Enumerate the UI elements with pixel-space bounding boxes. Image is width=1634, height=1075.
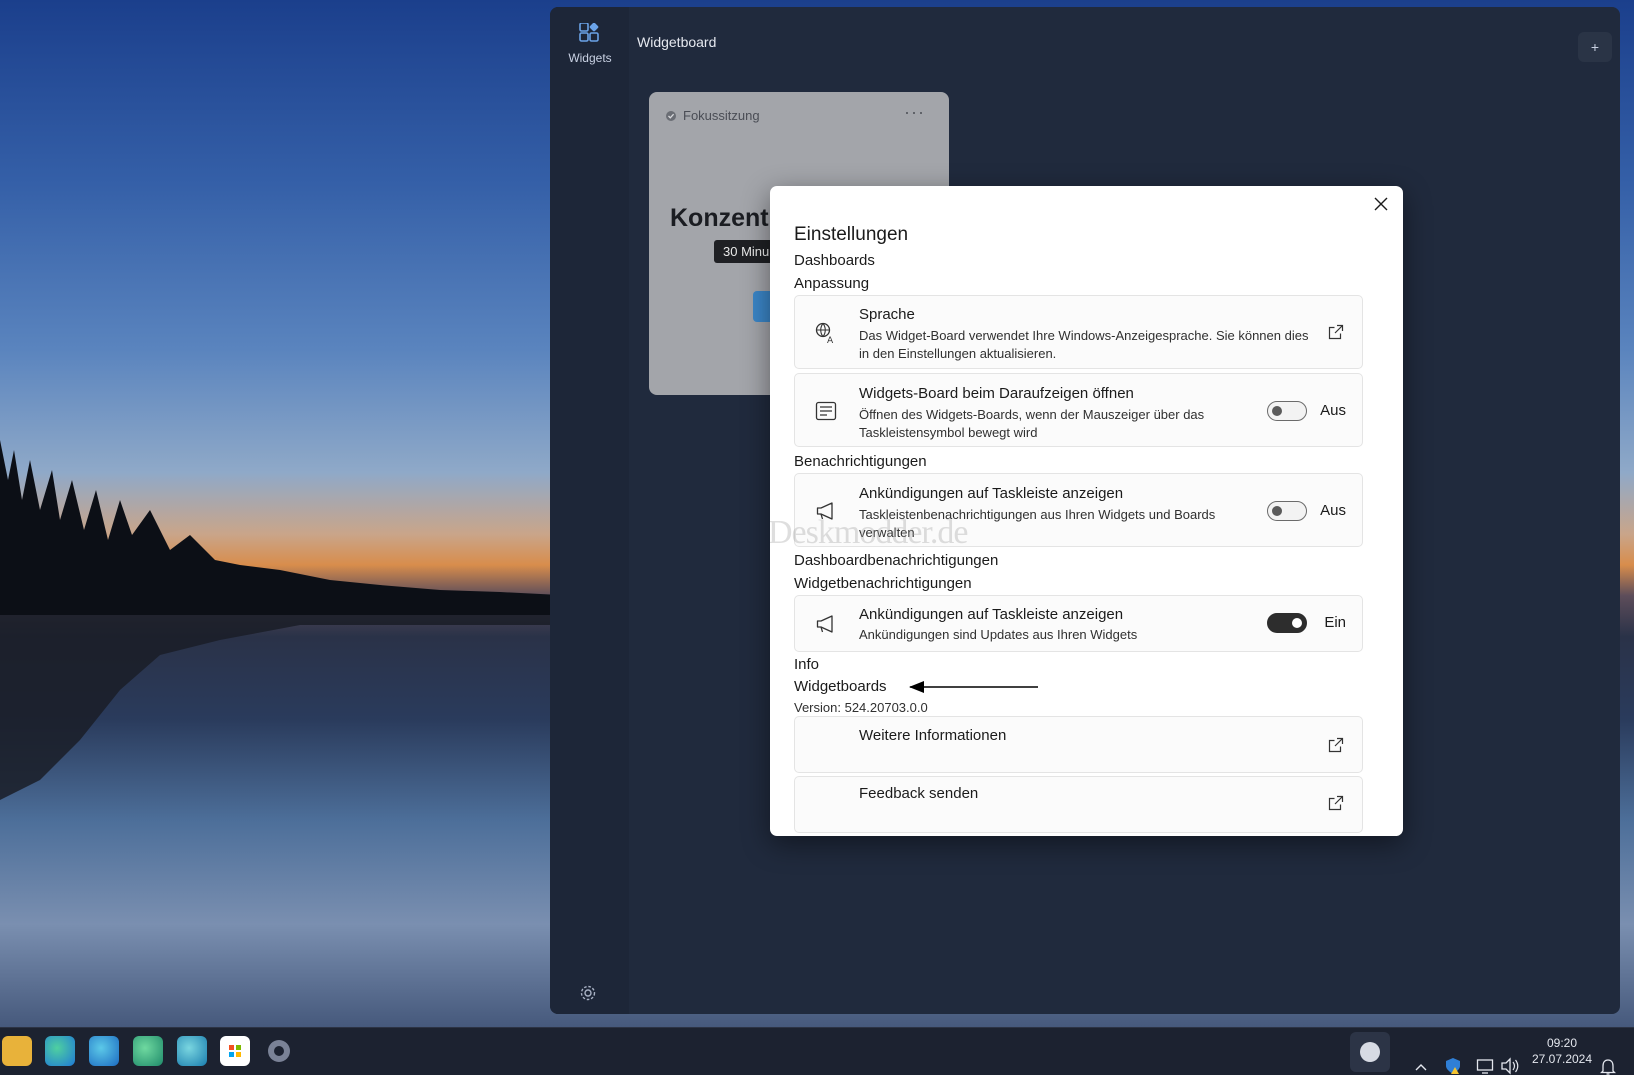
clock-date: 27.07.2024 <box>1531 1052 1593 1066</box>
external-link-icon <box>1328 737 1344 753</box>
version-text: Version: 524.20703.0.0 <box>794 700 928 715</box>
clock[interactable]: 09:20 27.07.2024 <box>1530 1035 1594 1075</box>
chevron-up-icon[interactable] <box>1414 1044 1428 1075</box>
network-icon[interactable] <box>1476 1042 1494 1075</box>
edge-dev-icon[interactable] <box>133 1036 163 1066</box>
weather-cloud-icon <box>1360 1042 1380 1062</box>
language-description: Das Widget-Board verwendet Ihre Windows-… <box>859 328 1309 361</box>
dialog-title: Einstellungen <box>794 224 909 245</box>
widget-badges-description: Ankündigungen sind Updates aus Ihren Wid… <box>859 627 1138 642</box>
open-on-hover-title: Widgets-Board beim Daraufzeigen öffnen <box>859 385 1134 402</box>
section-widget-notifications: Widgetbenachrichtigungen <box>794 575 972 592</box>
section-dashboard-notifications: Dashboardbenachrichtigungen <box>794 552 999 569</box>
open-on-hover-toggle[interactable] <box>1267 401 1307 421</box>
settings-gear-icon[interactable] <box>578 983 598 1003</box>
open-on-hover-description: Öffnen des Widgets-Boards, wenn der Maus… <box>859 407 1205 440</box>
forest-silhouette <box>0 440 560 800</box>
edge-canary-icon[interactable] <box>177 1036 207 1066</box>
feedback-link-card[interactable]: Feedback senden <box>794 776 1363 833</box>
language-icon: A <box>815 322 834 344</box>
taskbar-badges-state: Aus <box>1320 502 1346 519</box>
section-customization: Anpassung <box>794 275 870 292</box>
widgets-rail-label: Widgets <box>568 51 612 65</box>
taskbar-badges-title: Ankündigungen auf Taskleiste anzeigen <box>859 485 1124 502</box>
open-on-hover-setting-card: Widgets-Board beim Daraufzeigen öffnen Ö… <box>794 373 1363 447</box>
board-rail: Widgets <box>550 7 629 1014</box>
arrow-annotation <box>909 681 1038 693</box>
widget-badges-setting-card: Ankündigungen auf Taskleiste anzeigen An… <box>794 595 1363 652</box>
settings-app-icon[interactable] <box>264 1036 294 1066</box>
feedback-label: Feedback senden <box>859 785 979 802</box>
focus-duration-tooltip: 30 Minu <box>714 240 779 263</box>
widgets-taskbar-button[interactable] <box>1350 1032 1390 1072</box>
megaphone-icon <box>816 615 833 633</box>
external-link-icon <box>1328 795 1344 811</box>
language-setting-card[interactable]: A Sprache Das Widget-Board verwendet Ihr… <box>794 295 1363 369</box>
svg-text:A: A <box>827 336 834 344</box>
more-info-label: Weitere Informationen <box>859 727 1007 744</box>
section-notifications: Benachrichtigungen <box>794 453 927 470</box>
notification-bell-icon[interactable] <box>1600 1043 1616 1075</box>
widget-more-options-icon[interactable]: ··· <box>904 102 925 123</box>
section-info: Info <box>794 656 820 673</box>
clock-time: 09:20 <box>1546 1036 1578 1050</box>
store-bag-icon <box>229 1045 241 1057</box>
more-info-link-card[interactable]: Weitere Informationen <box>794 716 1363 773</box>
file-explorer-icon[interactable] <box>2 1036 32 1066</box>
widgets-icon <box>579 23 599 42</box>
widget-badges-toggle[interactable] <box>1267 613 1307 633</box>
section-widgetboards: Widgetboards <box>794 678 887 695</box>
edge-beta-icon[interactable] <box>89 1036 119 1066</box>
section-dashboards: Dashboards <box>794 252 875 269</box>
open-on-hover-state: Aus <box>1320 402 1346 419</box>
edge-icon[interactable] <box>45 1036 75 1066</box>
taskbar-badges-toggle[interactable] <box>1267 501 1307 521</box>
deskmodder-watermark: Deskmodder.de <box>770 514 968 551</box>
add-widget-button[interactable]: + <box>1578 32 1612 62</box>
widgets-rail-button[interactable]: Widgets <box>562 21 618 73</box>
settings-dialog: Einstellungen Dashboards Anpassung A Spr… <box>770 186 1403 836</box>
widget-badges-title: Ankündigungen auf Taskleiste anzeigen <box>859 606 1124 623</box>
widget-badges-state: Ein <box>1324 614 1346 631</box>
external-link-icon[interactable] <box>1328 324 1344 340</box>
board-preview-icon <box>815 401 837 421</box>
close-button[interactable] <box>1367 190 1395 218</box>
language-title: Sprache <box>859 306 915 323</box>
focus-widget-header: Fokussitzung <box>665 108 760 123</box>
board-title: Widgetboard <box>637 34 717 50</box>
microsoft-store-icon[interactable] <box>220 1036 250 1066</box>
security-shield-icon[interactable] <box>1444 1042 1462 1075</box>
close-icon <box>1374 197 1388 211</box>
focus-widget-title: Fokussitzung <box>683 108 760 123</box>
focus-headline: Konzentr <box>670 204 779 232</box>
volume-icon[interactable] <box>1500 1042 1520 1075</box>
focus-clock-icon <box>666 110 676 121</box>
taskbar: 09:20 27.07.2024 <box>0 1027 1634 1075</box>
